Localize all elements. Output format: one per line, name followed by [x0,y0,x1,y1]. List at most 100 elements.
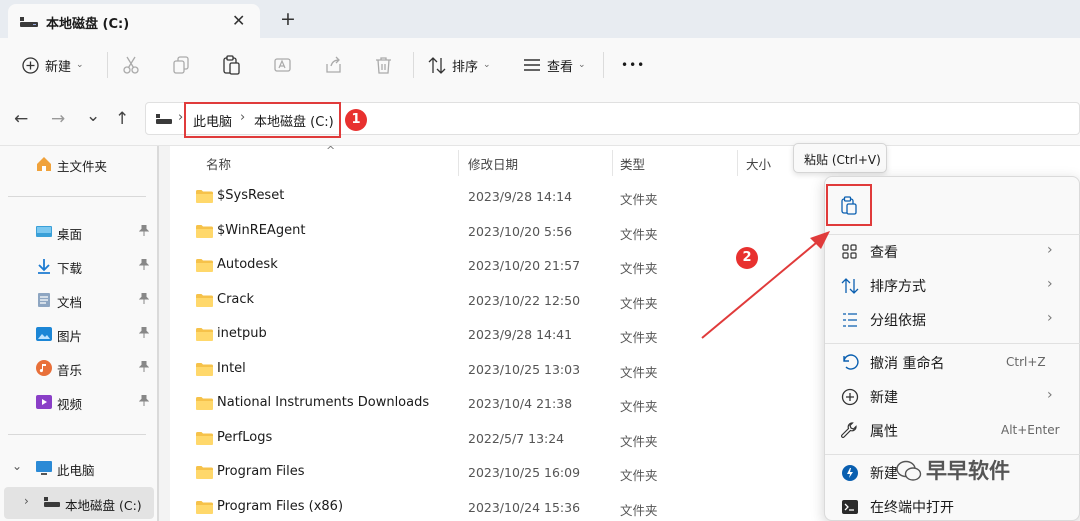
annotation-highlight-breadcrumb [184,102,341,138]
new-tab-button[interactable]: + [280,8,296,30]
file-modified-date: 2023/10/25 13:03 [468,361,581,377]
command-bar: 新建 ⌄ 排序 ⌄ 查看 ⌄ ••• [0,38,1080,92]
wechat-icon [896,460,922,486]
column-header-size[interactable]: 大小 [746,154,771,173]
file-row[interactable]: Program Files 2023/10/25 16:09 文件夹 [170,456,820,490]
chevron-right-icon: › [1047,387,1053,403]
file-name: Intel [217,360,246,376]
file-row[interactable]: PerfLogs 2022/5/7 13:24 文件夹 [170,422,820,456]
copy-icon [173,56,189,74]
menu-item-open-terminal[interactable]: 在终端中打开 [825,490,1080,521]
file-modified-date: 2023/10/24 15:36 [468,499,581,515]
sidebar-item-label: 文档 [57,295,83,310]
folder-icon [196,190,213,203]
file-name: Crack [217,291,255,307]
sort-icon [841,277,859,295]
navigation-pane: 主文件夹 桌面 下载 文档 图片 音乐 视频 ⌄ 此电脑 › 本地磁盘 (C:) [0,146,158,521]
computer-icon [36,460,52,476]
menu-item-group-by[interactable]: 分组依据 › [825,303,1080,337]
file-type: 文件夹 [620,295,658,311]
more-icon: ••• [621,58,646,72]
menu-item-sort[interactable]: 排序方式 › [825,269,1080,303]
clipboard-icon [223,55,240,75]
chevron-down-icon: ⌄ [578,60,586,70]
menu-item-label: 在终端中打开 [870,500,954,516]
column-header-type[interactable]: 类型 [620,154,645,173]
sidebar-divider [8,434,146,435]
column-header-name[interactable]: 名称 [206,154,231,173]
new-button-label: 新建 [45,59,72,75]
document-icon [36,292,52,308]
sidebar-item-pictures[interactable]: 图片 [0,320,158,348]
pin-icon [138,292,150,307]
expand-chevron-icon[interactable]: › [24,494,29,508]
chevron-right-icon: › [1047,310,1053,326]
download-icon [36,258,52,274]
annotation-badge-1: 1 [345,109,367,131]
title-bar: 本地磁盘 (C:) ✕ + [0,0,1080,38]
column-header-date[interactable]: 修改日期 [468,154,518,173]
share-button[interactable] [325,53,343,77]
sidebar-scrollbar[interactable] [157,146,159,521]
file-row[interactable]: Intel 2023/10/25 13:03 文件夹 [170,353,820,387]
sidebar-item-local-disk[interactable]: › 本地磁盘 (C:) [4,487,154,519]
up-button[interactable]: ↑ [115,109,129,129]
expand-chevron-icon[interactable]: ⌄ [12,459,22,473]
sidebar-item-this-pc[interactable]: ⌄ 此电脑 [0,454,158,482]
file-row[interactable]: National Instruments Downloads 2023/10/4 … [170,387,820,421]
annotation-badge-2: 2 [736,247,758,269]
undo-icon [841,354,859,372]
menu-item-label: 查看 [870,245,898,261]
menu-item-properties[interactable]: 属性 Alt+Enter [825,414,1080,448]
rename-button[interactable] [274,53,293,77]
back-button[interactable]: ← [14,109,28,129]
sidebar-item-videos[interactable]: 视频 [0,388,158,416]
plus-circle-icon [841,388,859,406]
sort-button[interactable]: 排序 ⌄ [428,53,491,77]
file-row[interactable]: $SysReset 2023/9/28 14:14 文件夹 [170,180,820,214]
recent-locations-button[interactable]: ⌄ [86,106,100,126]
sidebar-item-desktop[interactable]: 桌面 [0,218,158,246]
watermark-text: 早早软件 [926,459,1010,483]
annotation-highlight-paste [826,184,872,226]
file-modified-date: 2023/9/28 14:41 [468,327,573,342]
copy-button[interactable] [173,53,190,77]
folder-icon [196,500,213,514]
sidebar-divider [8,196,146,197]
file-type: 文件夹 [620,468,658,483]
toolbar-divider [107,52,108,78]
video-icon [36,394,52,410]
menu-item-new[interactable]: 新建 › [825,380,1080,414]
close-tab-icon[interactable]: ✕ [232,11,245,30]
wrench-icon [841,422,859,440]
sidebar-item-label: 主文件夹 [57,159,108,174]
home-icon [36,156,52,172]
sidebar-item-music[interactable]: 音乐 [0,354,158,382]
view-button[interactable]: 查看 ⌄ [523,53,586,77]
paste-button[interactable] [223,53,240,77]
tab-local-disk[interactable]: 本地磁盘 (C:) ✕ [8,4,260,38]
more-options-button[interactable]: ••• [621,53,645,77]
folder-icon [196,431,213,445]
sidebar-item-downloads[interactable]: 下载 [0,252,158,280]
forward-button[interactable]: → [51,109,65,129]
file-name: Program Files (x86) [217,498,344,514]
sidebar-item-label: 此电脑 [57,463,95,478]
file-type: 文件夹 [620,433,658,449]
sidebar-item-documents[interactable]: 文档 [0,286,158,314]
toolbar-divider [413,52,414,78]
new-button[interactable]: 新建 ⌄ [22,53,84,77]
delete-button[interactable] [375,53,392,77]
folder-icon [196,259,213,272]
menu-item-view[interactable]: 查看 › [825,235,1080,269]
file-type: 文件夹 [620,502,658,518]
file-row[interactable]: Program Files (x86) 2023/10/24 15:36 文件夹 [170,491,820,521]
sidebar-item-home[interactable]: 主文件夹 [0,150,158,178]
cut-button[interactable] [122,53,140,77]
chevron-down-icon: ⌄ [483,60,491,70]
breadcrumb-separator: › [178,110,184,125]
folder-icon [196,224,213,238]
file-modified-date: 2023/10/20 21:57 [468,258,581,273]
file-type: 文件夹 [620,330,658,345]
menu-item-undo-rename[interactable]: 撤消 重命名 Ctrl+Z [825,346,1080,380]
